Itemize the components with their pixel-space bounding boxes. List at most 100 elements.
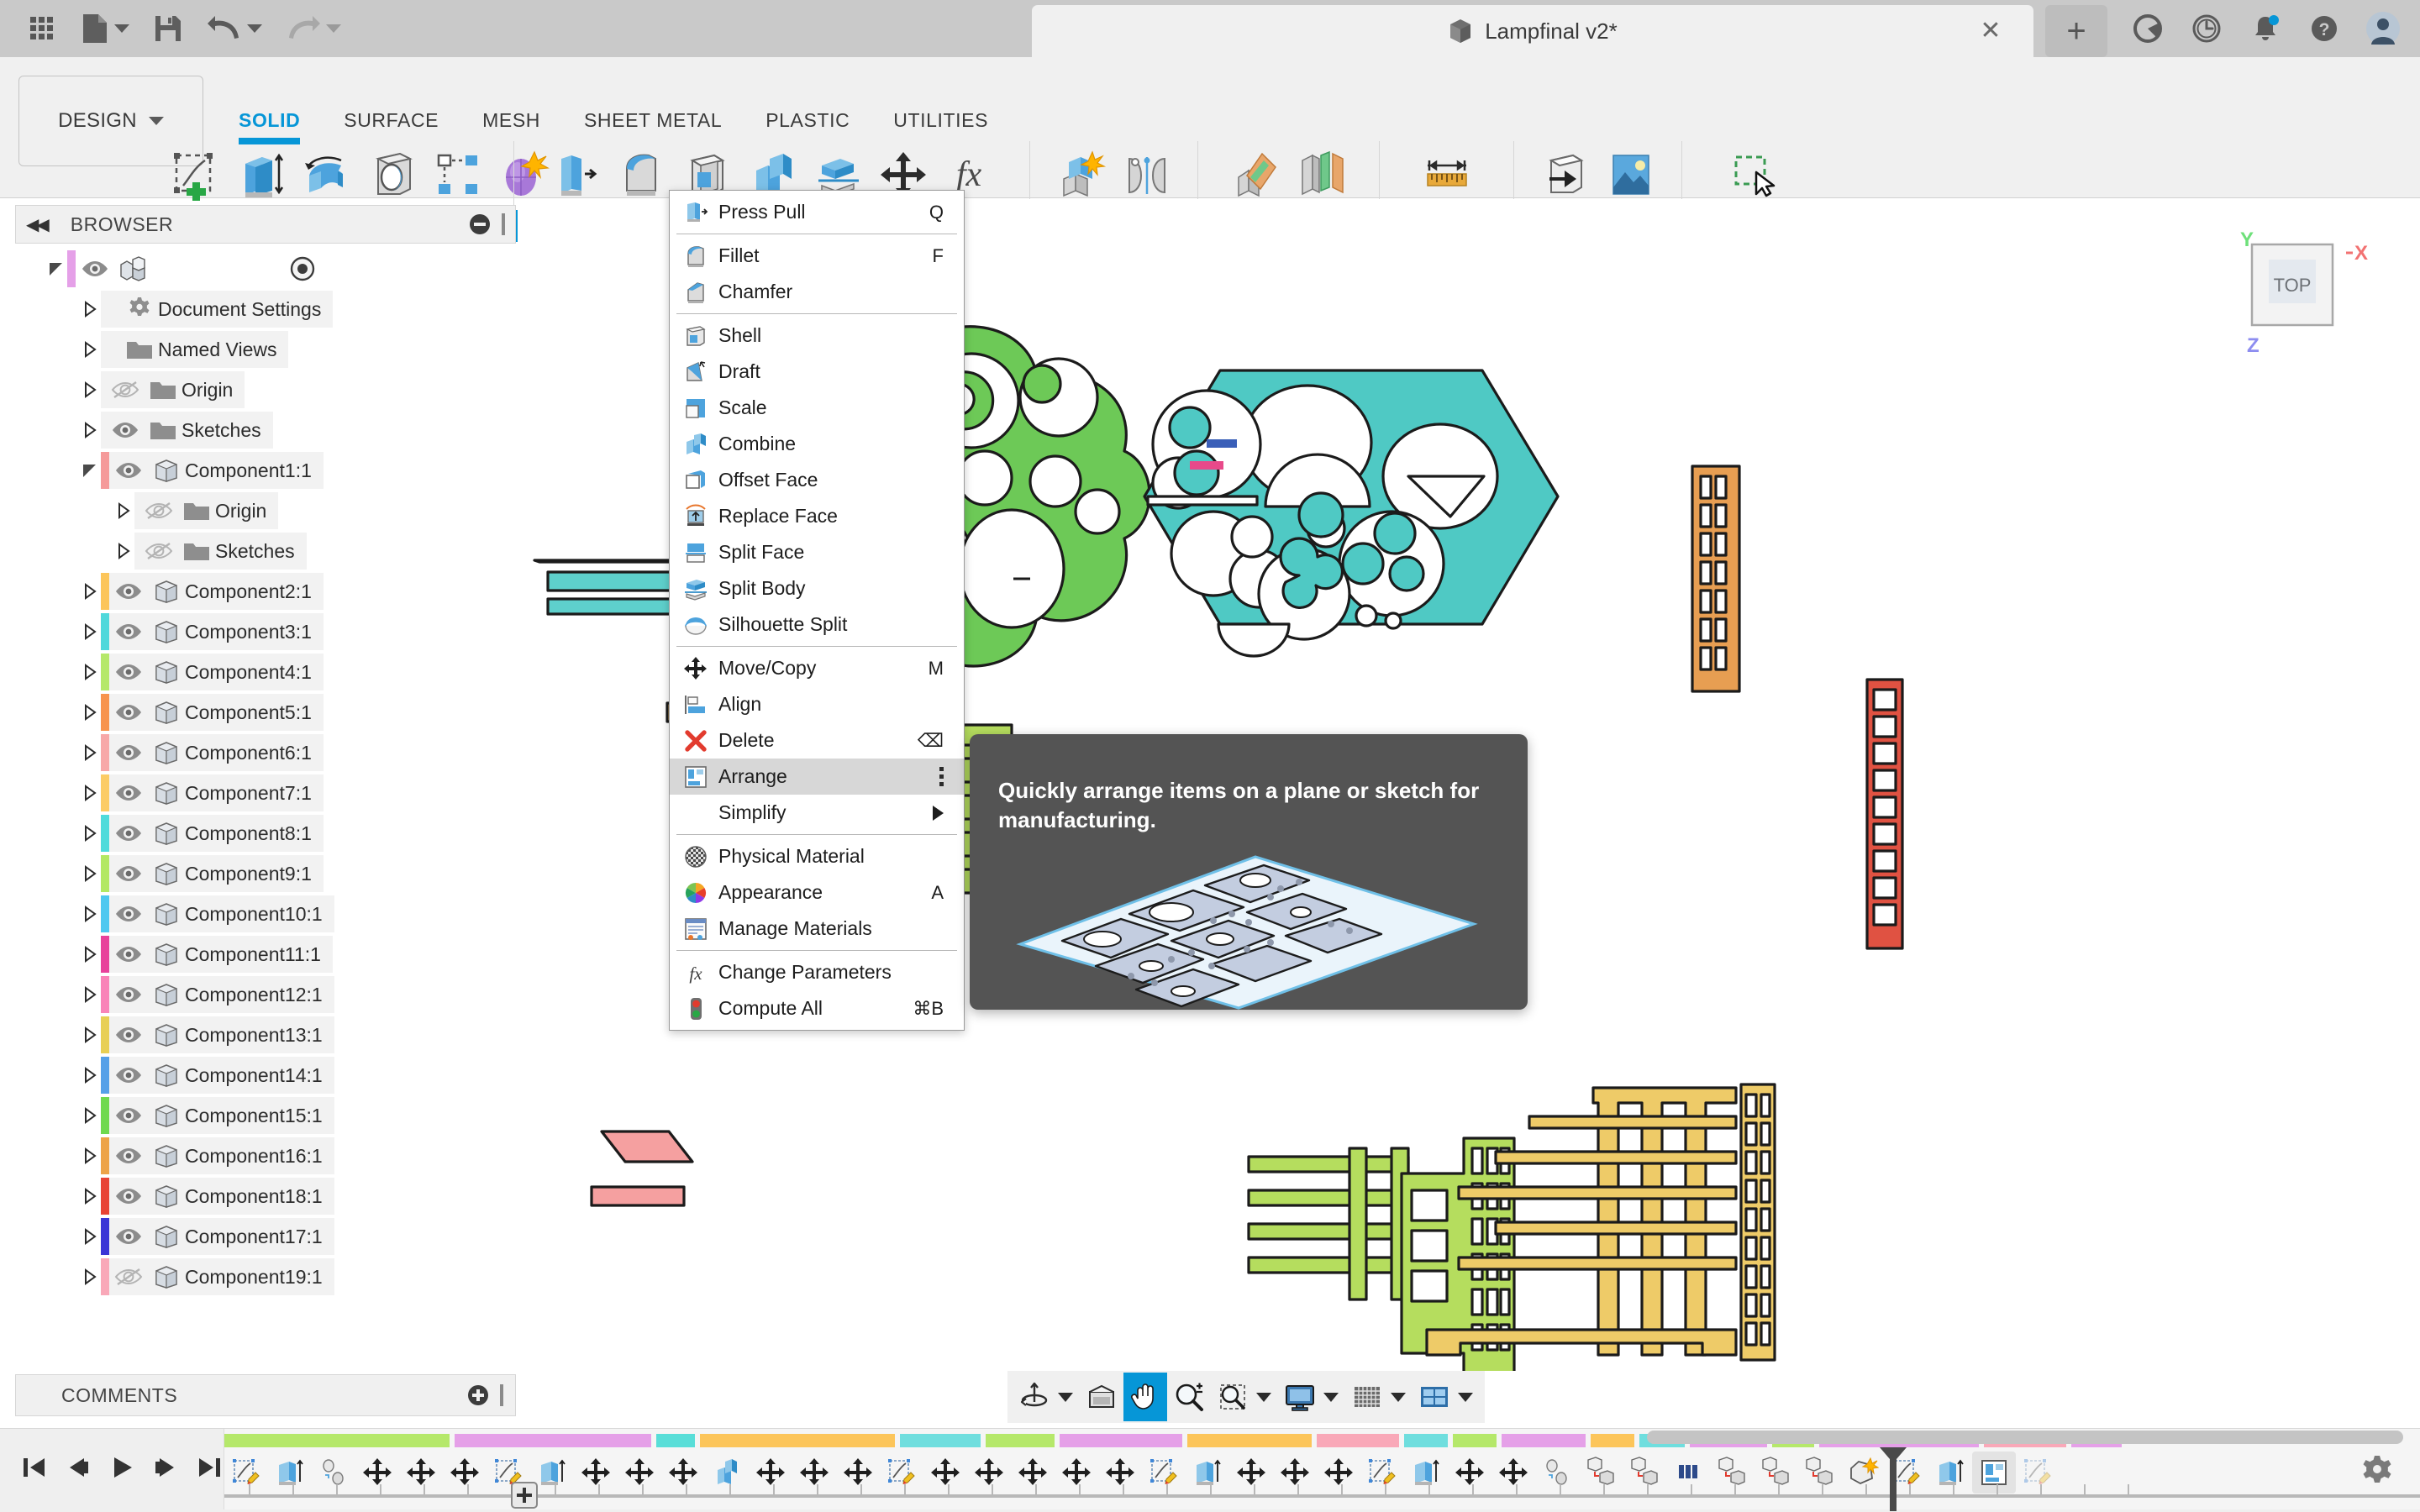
visibility-eye-icon[interactable] [109, 579, 148, 604]
expander-expand-icon[interactable] [79, 621, 101, 643]
minimize-icon[interactable] [470, 214, 490, 234]
expander-expand-icon[interactable] [79, 863, 101, 885]
visibility-eye-off-icon[interactable] [139, 498, 178, 523]
timeline-group-bar[interactable] [455, 1434, 651, 1447]
tree-item-content[interactable]: Origin [134, 492, 279, 529]
activate-component-radio[interactable] [288, 255, 317, 283]
extrude-icon[interactable] [230, 141, 292, 208]
fusion-job-status-icon[interactable] [2129, 10, 2166, 47]
visibility-eye-icon[interactable] [109, 458, 148, 483]
submenu-arrow-icon[interactable] [933, 805, 944, 821]
tree-item-content[interactable]: Component2:1 [101, 573, 324, 610]
timeline-group-bar[interactable] [1187, 1434, 1312, 1447]
expander-expand-icon[interactable] [79, 943, 101, 965]
timeline-scrollbar[interactable] [1647, 1431, 2403, 1444]
timeline-track[interactable] [224, 1429, 2420, 1511]
visibility-eye-icon[interactable] [109, 700, 148, 725]
pan-hand-icon[interactable] [1123, 1373, 1167, 1421]
menu-item-shell[interactable]: Shell [670, 318, 964, 354]
help-icon[interactable]: ? [2306, 10, 2343, 47]
menu-item-press-pull[interactable]: Press Pull Q [670, 194, 964, 230]
tree-item-content[interactable]: Sketches [134, 533, 307, 570]
tree-item-lampfinal-v2[interactable]: Lampfinal v2 [15, 249, 516, 289]
tree-item-content[interactable]: Component13:1 [101, 1016, 334, 1053]
display-settings-icon[interactable] [1278, 1373, 1322, 1421]
expander-expand-icon[interactable] [79, 1064, 101, 1086]
visibility-eye-icon[interactable] [106, 417, 145, 443]
expander-expand-icon[interactable] [79, 984, 101, 1005]
tree-item-content[interactable]: Component7:1 [101, 774, 324, 811]
expander-expand-icon[interactable] [79, 742, 101, 764]
expander-expand-icon[interactable] [79, 903, 101, 925]
save-icon[interactable] [141, 5, 195, 52]
notifications-bell-icon[interactable] [2247, 10, 2284, 47]
visibility-eye-icon[interactable] [109, 1143, 148, 1168]
create-sketch-icon[interactable] [165, 141, 227, 208]
timeline-expand-icon[interactable] [510, 1481, 539, 1509]
tab-plastic[interactable]: PLASTIC [744, 109, 871, 132]
expander-expand-icon[interactable] [79, 782, 101, 804]
expander-expand-icon[interactable] [79, 701, 101, 723]
tree-item-component7-1[interactable]: Component7:1 [15, 773, 516, 813]
expander-expand-icon[interactable] [79, 580, 101, 602]
tree-item-content[interactable]: Component15:1 [101, 1097, 334, 1134]
menu-item-arrange[interactable]: Arrange [670, 759, 964, 795]
menu-item-split-face[interactable]: Split Face [670, 534, 964, 570]
timeline-group-bar[interactable] [1591, 1434, 1634, 1447]
tree-item-content[interactable]: Component8:1 [101, 815, 324, 852]
tree-item-content[interactable]: Component9:1 [101, 855, 324, 892]
tree-item-content[interactable]: Component6:1 [101, 734, 324, 771]
tree-item-content[interactable]: Component12:1 [101, 976, 334, 1013]
tree-item-content[interactable]: Origin [101, 371, 245, 408]
visibility-eye-icon[interactable] [109, 1022, 148, 1047]
tree-item-component3-1[interactable]: Component3:1 [15, 612, 516, 652]
revolve-icon[interactable] [296, 141, 358, 208]
timeline-group-bar[interactable] [700, 1434, 895, 1447]
tree-item-content[interactable]: Component17:1 [101, 1218, 334, 1255]
timeline-group-bar[interactable] [1453, 1434, 1497, 1447]
collapse-left-icon[interactable]: ◀◀ [26, 214, 50, 235]
menu-item-combine[interactable]: Combine [670, 426, 964, 462]
tree-item-content[interactable]: Sketches [101, 412, 273, 449]
menu-item-manage-materials[interactable]: Manage Materials [670, 911, 964, 947]
tree-item-content[interactable]: Component10:1 [101, 895, 334, 932]
grid-snaps-icon[interactable] [1345, 1373, 1389, 1421]
user-avatar-icon[interactable] [2365, 10, 2402, 47]
tree-item-component1-1[interactable]: Component1:1 [15, 450, 516, 491]
tree-item-component16-1[interactable]: Component16:1 [15, 1136, 516, 1176]
add-comment-icon[interactable] [468, 1385, 488, 1405]
measure-icon[interactable] [1416, 141, 1478, 208]
tree-item-sketches[interactable]: Sketches [15, 531, 516, 571]
panel-resize-grip[interactable] [500, 1384, 503, 1406]
menu-item-chamfer[interactable]: Chamfer [670, 274, 964, 310]
tree-item-component4-1[interactable]: Component4:1 [15, 652, 516, 692]
menu-item-fillet[interactable]: Fillet F [670, 238, 964, 274]
new-document-icon[interactable] [69, 5, 141, 52]
tree-item-component19-1[interactable]: Component19:1 [15, 1257, 516, 1297]
tree-item-content[interactable]: Component14:1 [101, 1057, 334, 1094]
tree-item-component5-1[interactable]: Component5:1 [15, 692, 516, 732]
tree-item-content[interactable]: Component5:1 [101, 694, 324, 731]
insert-derive-icon[interactable] [1534, 141, 1597, 208]
expander-expand-icon[interactable] [79, 822, 101, 844]
tree-item-component17-1[interactable]: Component17:1 [15, 1216, 516, 1257]
visibility-eye-icon[interactable] [109, 740, 148, 765]
look-at-icon[interactable] [1080, 1373, 1123, 1421]
tree-item-component18-1[interactable]: Component18:1 [15, 1176, 516, 1216]
close-icon[interactable]: ✕ [1976, 17, 2005, 45]
visibility-eye-off-icon[interactable] [139, 538, 178, 564]
menu-item-compute-all[interactable]: Compute All ⌘B [670, 990, 964, 1026]
expander-expand-icon[interactable] [79, 1105, 101, 1126]
midplane-icon[interactable] [1291, 141, 1353, 208]
tree-item-content[interactable]: Document Settings [101, 291, 334, 328]
expander-expand-icon[interactable] [79, 1266, 101, 1288]
view-cube[interactable]: Y X Z TOP [2228, 228, 2388, 362]
visibility-eye-icon[interactable] [109, 942, 148, 967]
tab-mesh[interactable]: MESH [460, 109, 562, 132]
menu-item-silhouette-split[interactable]: Silhouette Split [670, 606, 964, 643]
timeline-group-bar[interactable] [1502, 1434, 1586, 1447]
insert-canvas-icon[interactable] [1600, 141, 1662, 208]
zoom-icon[interactable] [1167, 1373, 1211, 1421]
menu-item-move-copy[interactable]: Move/Copy M [670, 650, 964, 686]
go-to-start-icon[interactable] [22, 1455, 47, 1484]
